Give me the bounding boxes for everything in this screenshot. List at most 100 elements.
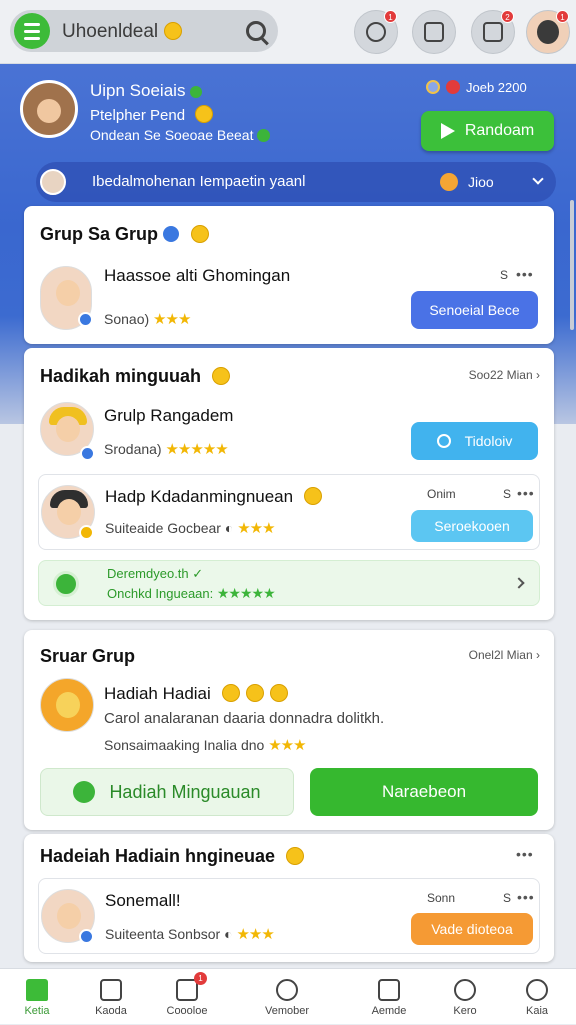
- smile-icon: [164, 22, 183, 40]
- menu-icon[interactable]: [14, 13, 50, 49]
- list-item[interactable]: Hadp Kdadanmingnuean Suiteaide Gocbear ◐…: [38, 474, 540, 550]
- chevron-right-icon: [513, 577, 525, 589]
- list-icon: [378, 979, 400, 1001]
- hero-stat: Joeb 2200: [426, 80, 527, 95]
- online-icon: [190, 86, 203, 98]
- smile-icon: [303, 487, 322, 505]
- scrollbar[interactable]: [570, 200, 574, 330]
- more-options-icon[interactable]: •••: [516, 846, 534, 862]
- avatar: [40, 169, 66, 195]
- item-name: Grulp Rangadem: [104, 406, 234, 425]
- profile-avatar-button[interactable]: 1: [526, 10, 570, 54]
- hero-name: Uipn Soeiais: [90, 81, 208, 101]
- see-more-link[interactable]: Onel2l Mian ›: [469, 648, 540, 662]
- chat-icon: [424, 22, 444, 42]
- item-sub: Suiteaide Gocbear ◐ ★★★: [105, 520, 276, 537]
- group-card: Sruar Grup Onel2l Mian › Hadiah Hadiai C…: [24, 630, 554, 830]
- action-button[interactable]: Seroekooen: [411, 510, 533, 542]
- action-button[interactable]: Tidoloiv: [411, 422, 538, 460]
- smile-icon: [286, 847, 305, 865]
- inbox-button[interactable]: 2: [471, 10, 515, 54]
- item-meta: S: [500, 268, 509, 282]
- nav-item-search[interactable]: Kero: [424, 969, 506, 1025]
- promo-line1: Deremdyeo.th ✓: [107, 566, 204, 581]
- item-meta: Sonn: [427, 891, 456, 905]
- notification-badge: 1: [384, 10, 397, 23]
- promo-line2: Onchkd Ingueaan: ★★★★★: [107, 585, 276, 601]
- item-sub: Srodana) ★★★★★: [104, 441, 229, 458]
- item-sub: Sonsaimaaking Inalia dno ★★★: [104, 737, 307, 754]
- avatar[interactable]: [40, 678, 94, 732]
- refresh-icon: [436, 434, 451, 448]
- smile-icon: [195, 105, 214, 123]
- hero-description: Ondean Se Soeoae Beeat: [90, 127, 276, 143]
- gift-icon: [440, 173, 458, 191]
- messages-button[interactable]: [412, 10, 456, 54]
- filter-bar[interactable]: Ibedalmohenan Iempaetin yaanl Jioo: [36, 162, 556, 202]
- smile-icon: [212, 367, 231, 385]
- nav-item-profile[interactable]: Kaia: [496, 969, 576, 1025]
- verified-icon: [79, 929, 94, 944]
- app-search-pill[interactable]: Uhoenldeal: [10, 10, 278, 52]
- inbox-badge: 2: [501, 10, 514, 23]
- chat-icon: [73, 781, 96, 803]
- more-options-icon[interactable]: •••: [517, 485, 535, 501]
- action-button[interactable]: Senoeial Bece: [411, 291, 538, 329]
- calendar-icon: [100, 979, 122, 1001]
- verified-icon: [163, 226, 180, 242]
- action-button[interactable]: Vade dioteoa: [411, 913, 533, 945]
- card-title: Sruar Grup: [40, 646, 136, 666]
- group-card: Grup Sa Grup Haassoe alti Ghomingan Sona…: [24, 206, 554, 344]
- nav-badge: 1: [194, 972, 207, 985]
- profile-badge: 1: [556, 10, 569, 23]
- group-card: Hadikah minguuah Soo22 Mian › Grulp Rang…: [24, 348, 554, 620]
- smile-icon: [269, 684, 288, 702]
- bottom-nav: Ketia Kaoda Coooloe Vemober Aemde Kero K…: [0, 968, 576, 1024]
- home-icon: [26, 979, 48, 1001]
- flag-icon: [446, 80, 460, 94]
- search-icon[interactable]: [246, 21, 266, 41]
- nav-item-calendar[interactable]: Kaoda: [70, 969, 152, 1025]
- filter-right-label: Jioo: [468, 174, 494, 190]
- see-more-link[interactable]: Soo22 Mian ›: [469, 368, 540, 382]
- hero-avatar[interactable]: [20, 80, 78, 138]
- card-title: Hadikah minguuah: [40, 366, 231, 387]
- right-action-button[interactable]: Naraebeon: [310, 768, 538, 816]
- notifications-button[interactable]: 1: [354, 10, 398, 54]
- app-title: Uhoenldeal: [62, 21, 183, 43]
- item-name: Sonemall!: [105, 891, 181, 910]
- nav-item-home[interactable]: Ketia: [0, 969, 78, 1025]
- top-bar: Uhoenldeal 1 2 1: [0, 0, 576, 64]
- user-icon: [366, 22, 386, 42]
- item-name: Haassoe alti Ghomingan: [104, 266, 291, 285]
- nav-item-messages[interactable]: Coooloe: [146, 969, 228, 1025]
- promo-bar[interactable]: Deremdyeo.th ✓ Onchkd Ingueaan: ★★★★★: [38, 560, 540, 606]
- item-meta: S: [503, 891, 512, 905]
- item-name: Hadp Kdadanmingnuean: [105, 487, 322, 507]
- card-title: Grup Sa Grup: [40, 224, 210, 245]
- item-sub: Sonao) ★★★: [104, 311, 191, 328]
- chevron-down-icon[interactable]: [532, 173, 544, 185]
- nav-item-member[interactable]: Vemober: [246, 969, 328, 1025]
- list-item[interactable]: Sonemall! Suiteenta Sonbsor ◐ ★★★ Sonn S…: [38, 878, 540, 954]
- smile-icon: [191, 225, 210, 243]
- left-action-button[interactable]: Hadiah Minguauan: [40, 768, 294, 816]
- chat-icon: [53, 571, 79, 597]
- hero-subtitle: Ptelpher Pend: [90, 105, 214, 124]
- group-card: Hadeiah Hadiain hngineuae ••• Sonemall! …: [24, 834, 554, 962]
- item-meta: S: [503, 487, 512, 501]
- profile-icon: [526, 979, 548, 1001]
- item-sub: Suiteenta Sonbsor ◐ ★★★: [105, 926, 275, 943]
- leaf-icon: [257, 129, 271, 142]
- verified-icon: [78, 312, 93, 327]
- random-button[interactable]: Randoam: [421, 111, 554, 151]
- nav-item-list[interactable]: Aemde: [348, 969, 430, 1025]
- smile-icon: [221, 684, 240, 702]
- more-options-icon[interactable]: •••: [516, 266, 534, 282]
- card-title: Hadeiah Hadiain hngineuae: [40, 846, 305, 867]
- item-name: Hadiah Hadiai: [104, 684, 288, 704]
- more-options-icon[interactable]: •••: [517, 889, 535, 905]
- bell-icon: [483, 22, 503, 42]
- smile-icon: [245, 684, 264, 702]
- verified-icon: [80, 446, 95, 461]
